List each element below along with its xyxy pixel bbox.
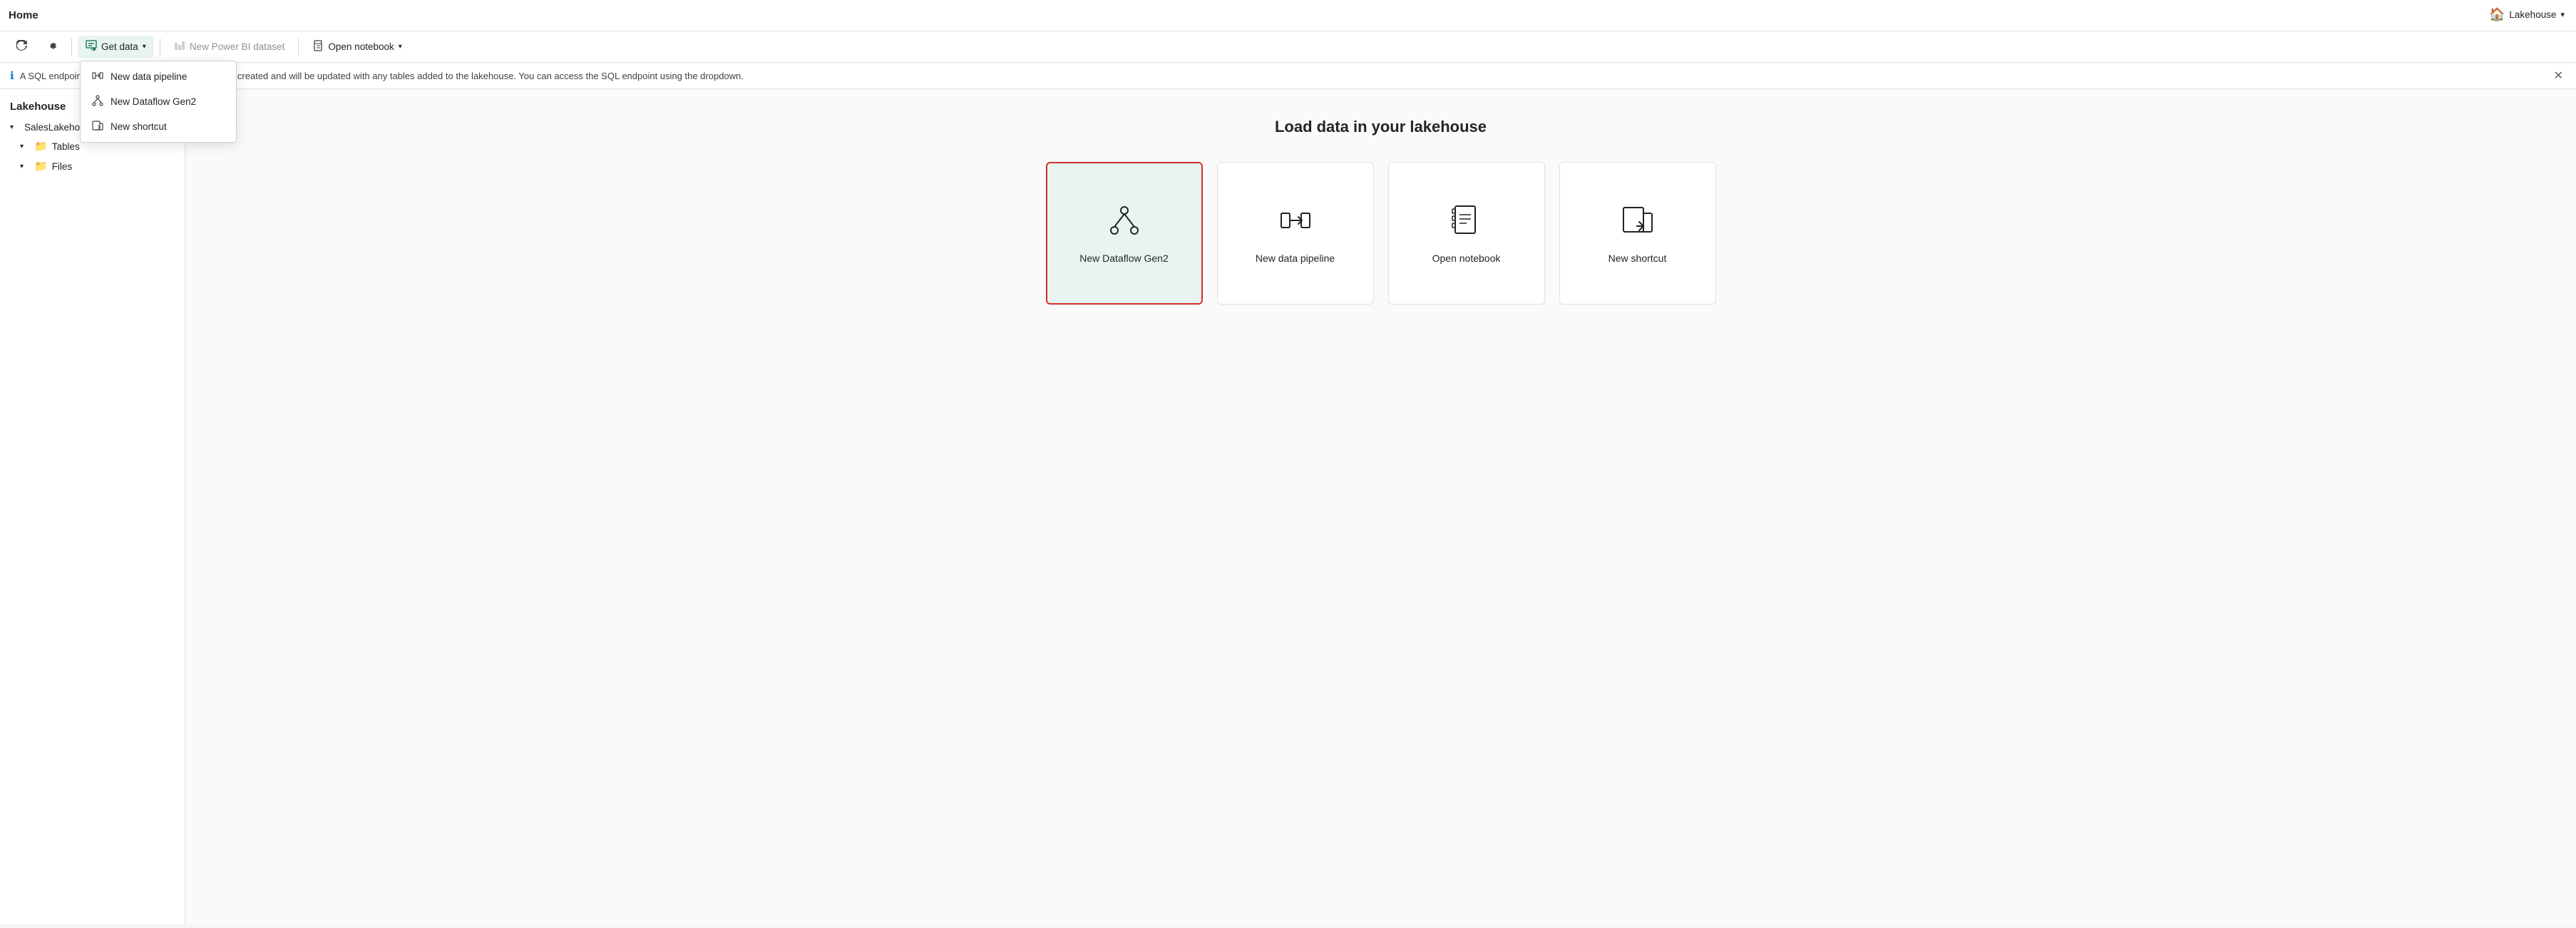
dropdown-item-dataflow-label: New Dataflow Gen2 bbox=[111, 96, 196, 107]
get-data-chevron-icon: ▾ bbox=[143, 43, 146, 51]
workspace-badge[interactable]: 🏠 Lakehouse ▾ bbox=[2489, 7, 2565, 22]
info-close-button[interactable]: ✕ bbox=[2551, 68, 2566, 83]
card-open-notebook[interactable]: Open notebook bbox=[1388, 162, 1545, 305]
card-new-shortcut[interactable]: New shortcut bbox=[1559, 162, 1716, 305]
pipeline-card-icon bbox=[1278, 203, 1313, 240]
settings-icon bbox=[46, 40, 58, 53]
sidebar-item-files[interactable]: ▾ 📁 Files bbox=[0, 156, 185, 176]
get-data-label: Get data bbox=[101, 41, 138, 52]
get-data-dropdown: New data pipeline New Dataflow Gen2 bbox=[80, 61, 237, 143]
dataflow-card-icon bbox=[1107, 203, 1141, 240]
card-pipeline-label: New data pipeline bbox=[1256, 253, 1335, 264]
power-bi-icon bbox=[174, 40, 185, 53]
toolbar-divider-1 bbox=[71, 39, 72, 56]
pipeline-icon bbox=[92, 70, 103, 83]
main-layout: Lakehouse ▾ SalesLakehouse ▾ 📁 Tables ▾ … bbox=[0, 89, 2576, 924]
notebook-card-icon bbox=[1449, 203, 1484, 240]
dropdown-item-new-data-pipeline[interactable]: New data pipeline bbox=[81, 64, 236, 89]
card-new-dataflow-gen2[interactable]: New Dataflow Gen2 bbox=[1046, 162, 1203, 305]
workspace-label: Lakehouse bbox=[2509, 9, 2556, 20]
tables-expand-icon: ▾ bbox=[20, 143, 30, 151]
info-icon: ℹ bbox=[10, 69, 14, 82]
notebook-icon bbox=[312, 40, 324, 53]
dropdown-item-pipeline-label: New data pipeline bbox=[111, 71, 187, 82]
workspace-chevron-icon: ▾ bbox=[2560, 10, 2565, 19]
card-new-data-pipeline[interactable]: New data pipeline bbox=[1217, 162, 1374, 305]
sidebar: Lakehouse ▾ SalesLakehouse ▾ 📁 Tables ▾ … bbox=[0, 89, 185, 924]
get-data-icon bbox=[86, 40, 97, 53]
open-notebook-button[interactable]: Open notebook ▾ bbox=[304, 36, 409, 58]
card-dataflow-label: New Dataflow Gen2 bbox=[1079, 253, 1169, 264]
shortcut-card-icon bbox=[1621, 203, 1655, 240]
shortcut-icon bbox=[92, 120, 103, 133]
new-power-bi-button[interactable]: New Power BI dataset bbox=[166, 36, 293, 58]
tables-label: Tables bbox=[52, 141, 80, 152]
get-data-button[interactable]: Get data ▾ bbox=[78, 36, 154, 58]
info-bar: ℹ A SQL endpoint default dataset for rep… bbox=[0, 63, 2576, 89]
folder-icon: 📁 bbox=[34, 140, 48, 153]
settings-button[interactable] bbox=[39, 36, 66, 58]
toolbar-divider-3 bbox=[298, 39, 299, 56]
refresh-icon bbox=[16, 40, 28, 53]
notebook-chevron-icon: ▾ bbox=[399, 43, 402, 51]
house-icon: 🏠 bbox=[2489, 7, 2505, 22]
card-notebook-label: Open notebook bbox=[1432, 253, 1501, 264]
files-label: Files bbox=[52, 161, 73, 172]
page-title: Home bbox=[9, 9, 39, 21]
dropdown-item-new-dataflow[interactable]: New Dataflow Gen2 bbox=[81, 89, 236, 114]
dataflow-icon bbox=[92, 95, 103, 108]
content-area: Load data in your lakehouse New Dataflow… bbox=[185, 89, 2576, 924]
files-expand-icon: ▾ bbox=[20, 163, 30, 170]
dropdown-item-shortcut-label: New shortcut bbox=[111, 121, 167, 132]
dropdown-item-new-shortcut[interactable]: New shortcut bbox=[81, 114, 236, 139]
new-power-bi-label: New Power BI dataset bbox=[190, 41, 285, 52]
folder-icon-files: 📁 bbox=[34, 160, 48, 173]
cards-row: New Dataflow Gen2 New data pipeline bbox=[1046, 162, 1716, 305]
open-notebook-label: Open notebook bbox=[328, 41, 394, 52]
refresh-button[interactable] bbox=[9, 36, 36, 58]
expand-icon: ▾ bbox=[10, 123, 20, 131]
card-shortcut-label: New shortcut bbox=[1608, 253, 1667, 264]
content-title: Load data in your lakehouse bbox=[1275, 118, 1487, 136]
